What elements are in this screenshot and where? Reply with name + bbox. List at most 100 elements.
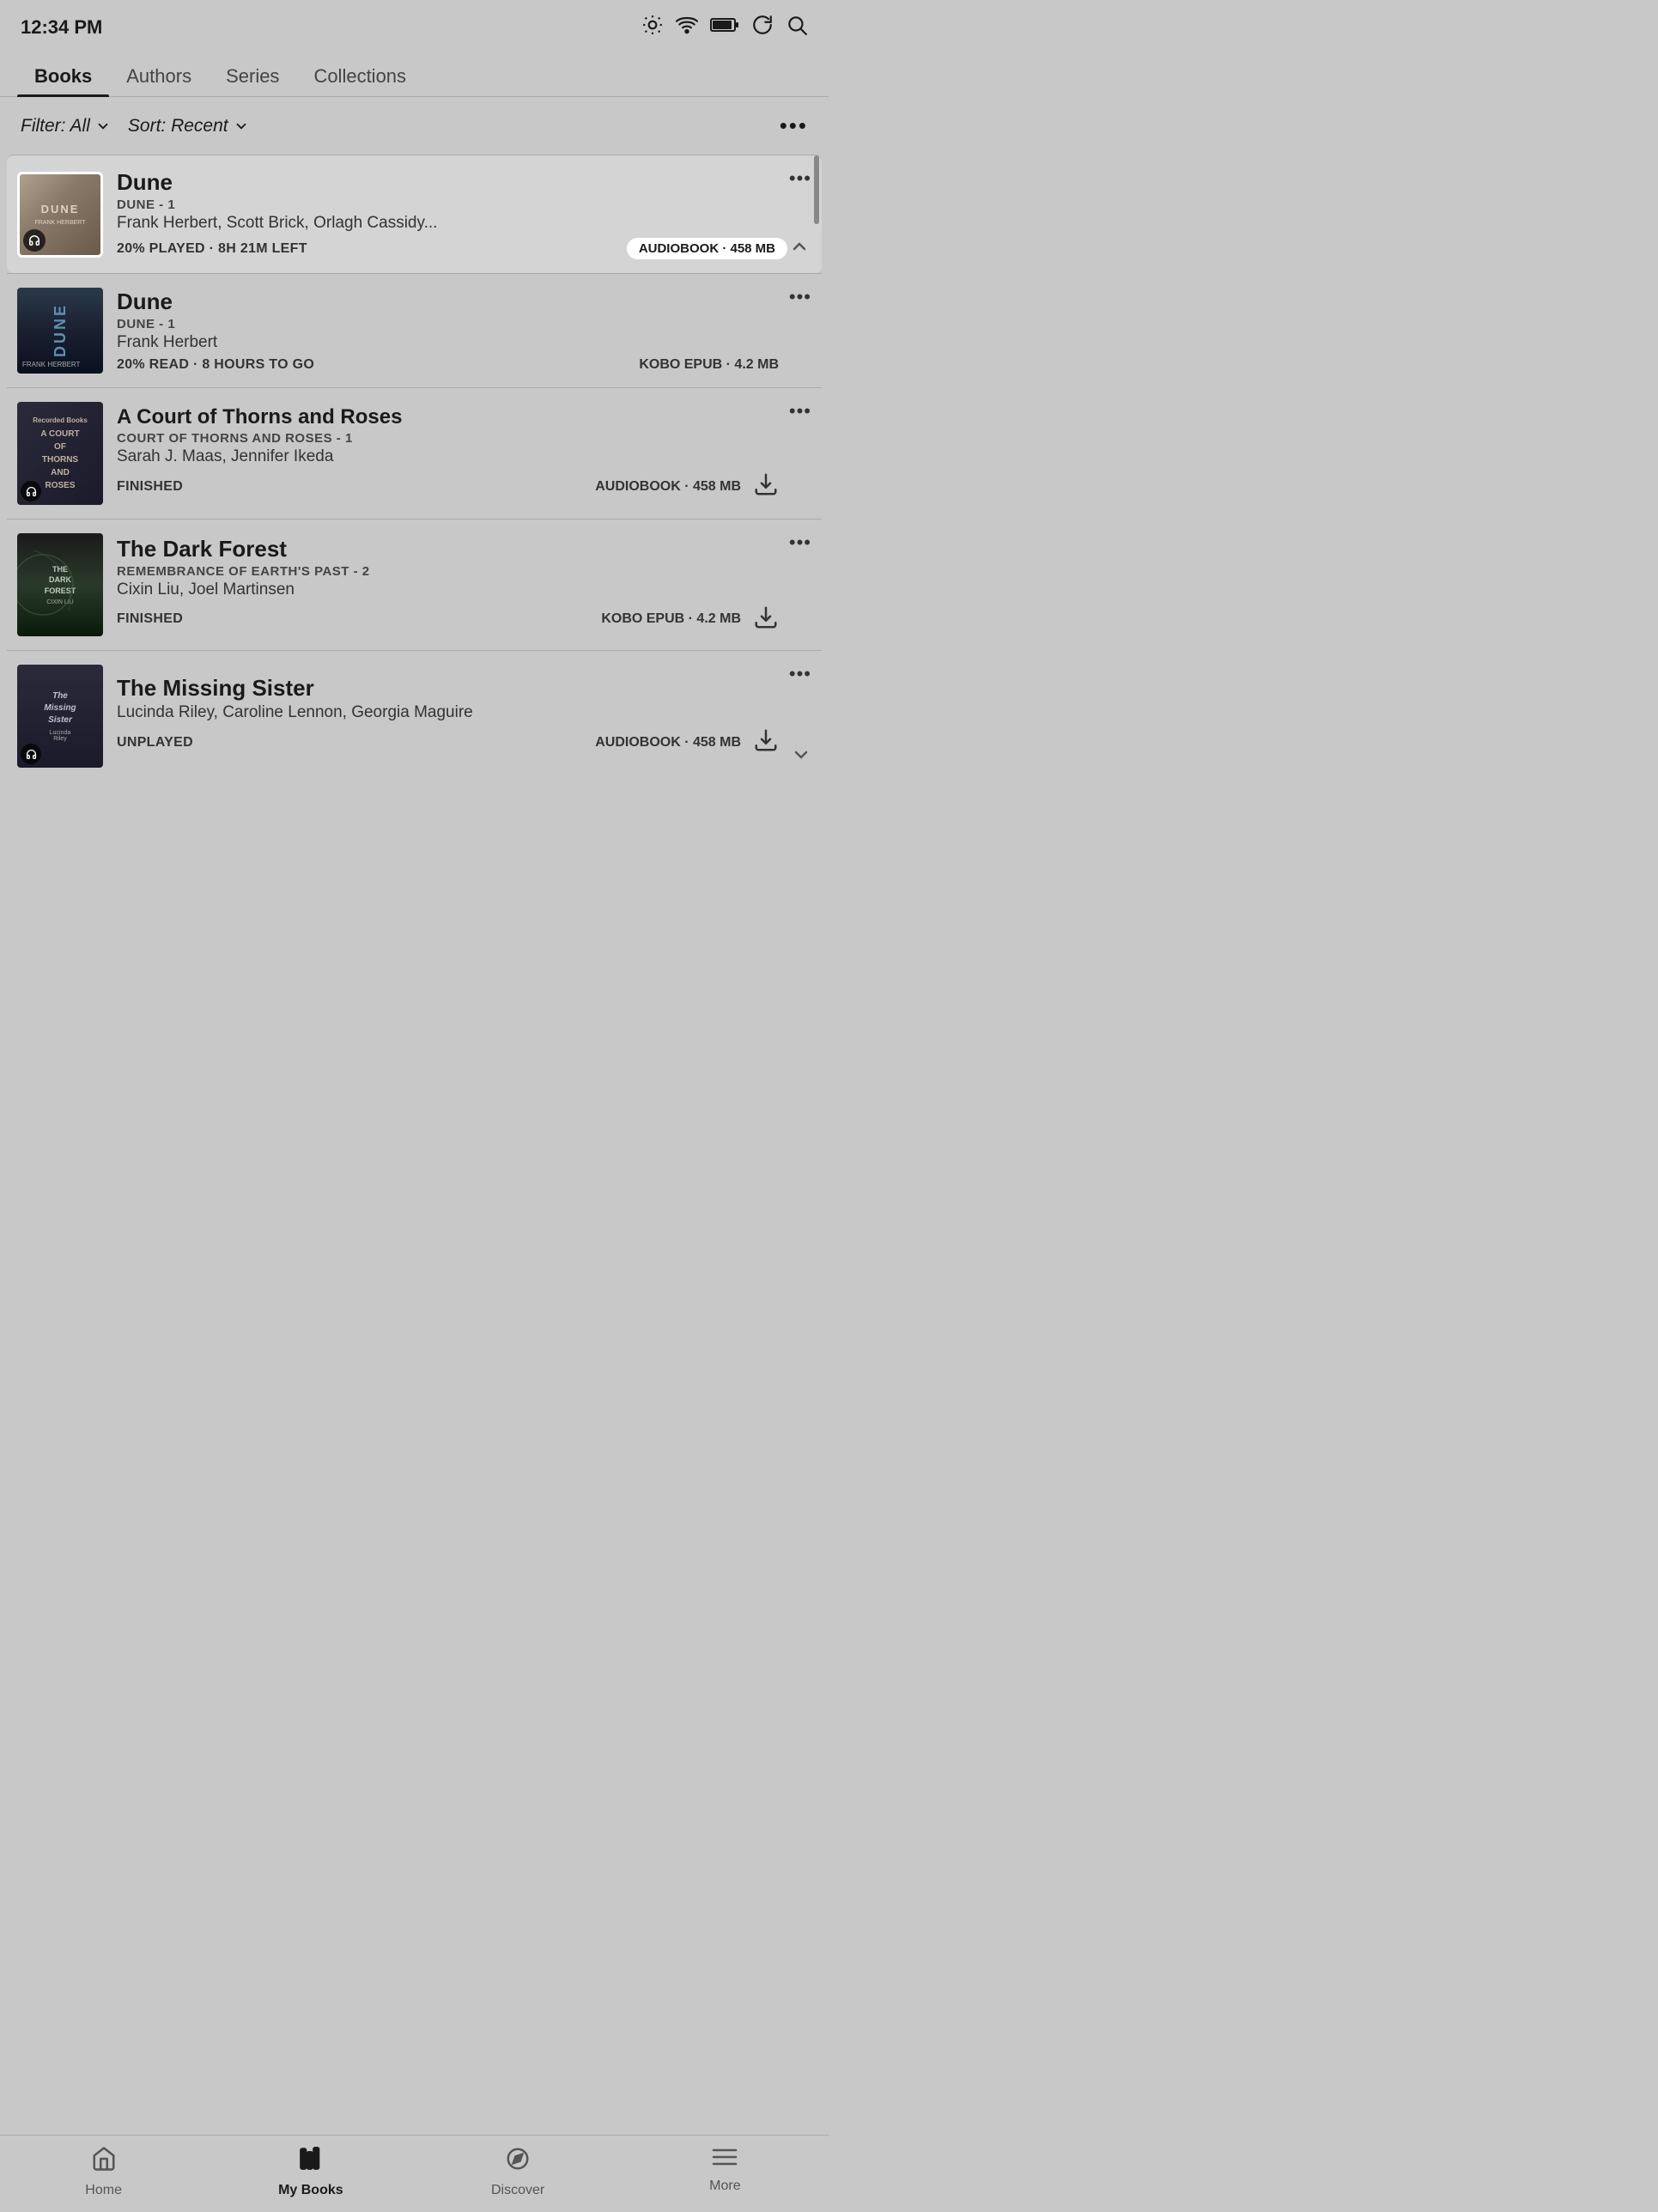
book-list: DUNE FRANK HERBERT Dune DUNE - 1 Frank H… bbox=[0, 155, 829, 859]
more-icon bbox=[712, 2146, 738, 2173]
book-actions-darkforest: ••• bbox=[789, 532, 811, 554]
book-cover-dune-audio: DUNE FRANK HERBERT bbox=[17, 172, 103, 258]
tab-authors[interactable]: Authors bbox=[109, 58, 209, 96]
book-actions-dune-epub: ••• bbox=[789, 286, 811, 308]
sort-chevron-icon bbox=[234, 118, 249, 134]
book-item-missingsister[interactable]: TheMissingSister LucindaRiley The Missin… bbox=[7, 650, 822, 781]
book-info-dune-epub: Dune DUNE - 1 Frank Herbert 20% READ · 8… bbox=[117, 289, 779, 373]
book-title-acotar: A Court of Thorns and Roses bbox=[117, 405, 779, 429]
nav-item-discover[interactable]: Discover bbox=[415, 2146, 622, 2198]
nav-item-mybooks[interactable]: My Books bbox=[207, 2146, 414, 2198]
nav-item-more[interactable]: More bbox=[622, 2146, 829, 2198]
status-bar: 12:34 PM bbox=[0, 0, 829, 48]
headphone-badge-missingsister bbox=[21, 744, 41, 764]
tab-series[interactable]: Series bbox=[209, 58, 296, 96]
book-meta-darkforest: FINISHED KOBO EPUB · 4.2 MB bbox=[117, 605, 779, 635]
tab-books[interactable]: Books bbox=[17, 58, 109, 96]
book-series-acotar: COURT OF THORNS AND ROSES - 1 bbox=[117, 431, 779, 446]
more-options-missingsister[interactable]: ••• bbox=[789, 663, 811, 685]
book-title-dune-audio: Dune bbox=[117, 169, 787, 196]
book-cover-acotar: Recorded Books A COURTOFTHORNSANDROSES bbox=[17, 402, 103, 505]
more-options-darkforest[interactable]: ••• bbox=[789, 532, 811, 554]
book-progress-missingsister: UNPLAYED bbox=[117, 735, 193, 750]
expand-missingsister[interactable] bbox=[791, 744, 811, 769]
book-cover-missingsister: TheMissingSister LucindaRiley bbox=[17, 665, 103, 768]
more-options-dune-epub[interactable]: ••• bbox=[789, 286, 811, 308]
book-actions-dune-audio: ••• bbox=[789, 167, 811, 190]
nav-label-home: Home bbox=[85, 2183, 122, 2198]
chevron-down-icon bbox=[791, 744, 811, 765]
nav-label-mybooks: My Books bbox=[278, 2183, 343, 2198]
bottom-nav: Home My Books Discover More bbox=[0, 2135, 829, 2212]
book-title-darkforest: The Dark Forest bbox=[117, 536, 779, 562]
book-title-missingsister: The Missing Sister bbox=[117, 675, 779, 702]
book-item-acotar[interactable]: Recorded Books A COURTOFTHORNSANDROSES A… bbox=[7, 387, 822, 519]
mybooks-icon bbox=[298, 2146, 324, 2178]
book-meta-dune-audio: 20% PLAYED · 8H 21M LEFT AUDIOBOOK · 458… bbox=[117, 238, 787, 259]
book-info-missingsister: The Missing Sister Lucinda Riley, Caroli… bbox=[117, 675, 779, 757]
filter-controls: Filter: All Sort: Recent bbox=[21, 116, 249, 137]
scrollbar-thumb[interactable] bbox=[814, 155, 819, 224]
book-meta-dune-epub: 20% READ · 8 HOURS TO GO KOBO EPUB · 4.2… bbox=[117, 357, 779, 373]
discover-icon bbox=[505, 2146, 531, 2178]
book-meta-missingsister: UNPLAYED AUDIOBOOK · 458 MB bbox=[117, 727, 779, 757]
book-actions-acotar: ••• bbox=[789, 400, 811, 422]
book-series-darkforest: REMEMBRANCE OF EARTH'S PAST - 2 bbox=[117, 564, 779, 579]
book-series-dune-audio: DUNE - 1 bbox=[117, 198, 787, 212]
wifi-icon bbox=[676, 15, 698, 40]
book-format-dune-epub: KOBO EPUB · 4.2 MB bbox=[639, 357, 779, 373]
scrollbar-track bbox=[811, 155, 820, 273]
book-item-dune-audio[interactable]: DUNE FRANK HERBERT Dune DUNE - 1 Frank H… bbox=[7, 155, 822, 273]
more-options-acotar[interactable]: ••• bbox=[789, 400, 811, 422]
collapse-dune-audio[interactable] bbox=[789, 236, 810, 261]
status-icons bbox=[641, 14, 808, 41]
book-format-darkforest: KOBO EPUB · 4.2 MB bbox=[601, 611, 741, 627]
headphone-badge-acotar bbox=[21, 481, 41, 501]
book-cover-darkforest: THEDARKFOREST CIXIN LIU bbox=[17, 533, 103, 636]
book-authors-darkforest: Cixin Liu, Joel Martinsen bbox=[117, 580, 779, 599]
bottom-spacer bbox=[0, 781, 829, 859]
headphone-badge-dune-audio bbox=[23, 229, 46, 252]
book-progress-dune-epub: 20% READ · 8 HOURS TO GO bbox=[117, 357, 314, 373]
brightness-icon bbox=[641, 14, 664, 41]
tab-collections[interactable]: Collections bbox=[296, 58, 423, 96]
book-item-dune-epub[interactable]: DUNE FRANK HERBERT Dune DUNE - 1 Frank H… bbox=[7, 273, 822, 387]
book-actions-missingsister: ••• bbox=[789, 663, 811, 685]
status-time: 12:34 PM bbox=[21, 16, 102, 39]
book-progress-darkforest: FINISHED bbox=[117, 611, 183, 627]
filter-more-button[interactable]: ••• bbox=[780, 112, 808, 139]
nav-label-more: More bbox=[709, 2179, 740, 2194]
search-icon[interactable] bbox=[786, 14, 808, 41]
filter-button[interactable]: Filter: All bbox=[21, 116, 111, 137]
filter-chevron-icon bbox=[95, 118, 111, 134]
home-icon bbox=[91, 2146, 117, 2178]
book-series-dune-epub: DUNE - 1 bbox=[117, 317, 779, 331]
book-info-darkforest: The Dark Forest REMEMBRANCE OF EARTH'S P… bbox=[117, 536, 779, 635]
book-progress-dune-audio: 20% PLAYED · 8H 21M LEFT bbox=[117, 241, 307, 257]
sync-icon[interactable] bbox=[751, 14, 774, 41]
chevron-up-icon bbox=[789, 236, 810, 257]
book-title-dune-epub: Dune bbox=[117, 289, 779, 315]
book-format-missingsister: AUDIOBOOK · 458 MB bbox=[595, 735, 741, 750]
nav-tabs: Books Authors Series Collections bbox=[0, 48, 829, 97]
book-progress-acotar: FINISHED bbox=[117, 479, 183, 495]
sort-button[interactable]: Sort: Recent bbox=[128, 116, 249, 137]
nav-item-home[interactable]: Home bbox=[0, 2146, 207, 2198]
book-authors-dune-epub: Frank Herbert bbox=[117, 333, 779, 352]
book-authors-dune-audio: Frank Herbert, Scott Brick, Orlagh Cassi… bbox=[117, 214, 787, 233]
book-format-acotar: AUDIOBOOK · 458 MB bbox=[595, 479, 741, 495]
book-info-dune-audio: Dune DUNE - 1 Frank Herbert, Scott Brick… bbox=[117, 169, 787, 259]
book-cover-dune-epub: DUNE FRANK HERBERT bbox=[17, 288, 103, 374]
book-meta-acotar: FINISHED AUDIOBOOK · 458 MB bbox=[117, 471, 779, 501]
filter-bar: Filter: All Sort: Recent ••• bbox=[0, 97, 829, 155]
book-info-acotar: A Court of Thorns and Roses COURT OF THO… bbox=[117, 405, 779, 501]
book-authors-missingsister: Lucinda Riley, Caroline Lennon, Georgia … bbox=[117, 703, 779, 722]
nav-label-discover: Discover bbox=[491, 2183, 544, 2198]
download-button-acotar[interactable] bbox=[753, 471, 779, 501]
more-options-dune-audio[interactable]: ••• bbox=[789, 167, 811, 190]
download-button-darkforest[interactable] bbox=[753, 605, 779, 635]
book-item-darkforest[interactable]: THEDARKFOREST CIXIN LIU The Dark Forest … bbox=[7, 519, 822, 650]
download-button-missingsister[interactable] bbox=[753, 727, 779, 757]
book-format-badge-dune-audio: AUDIOBOOK · 458 MB bbox=[627, 238, 787, 259]
battery-icon bbox=[710, 17, 739, 38]
